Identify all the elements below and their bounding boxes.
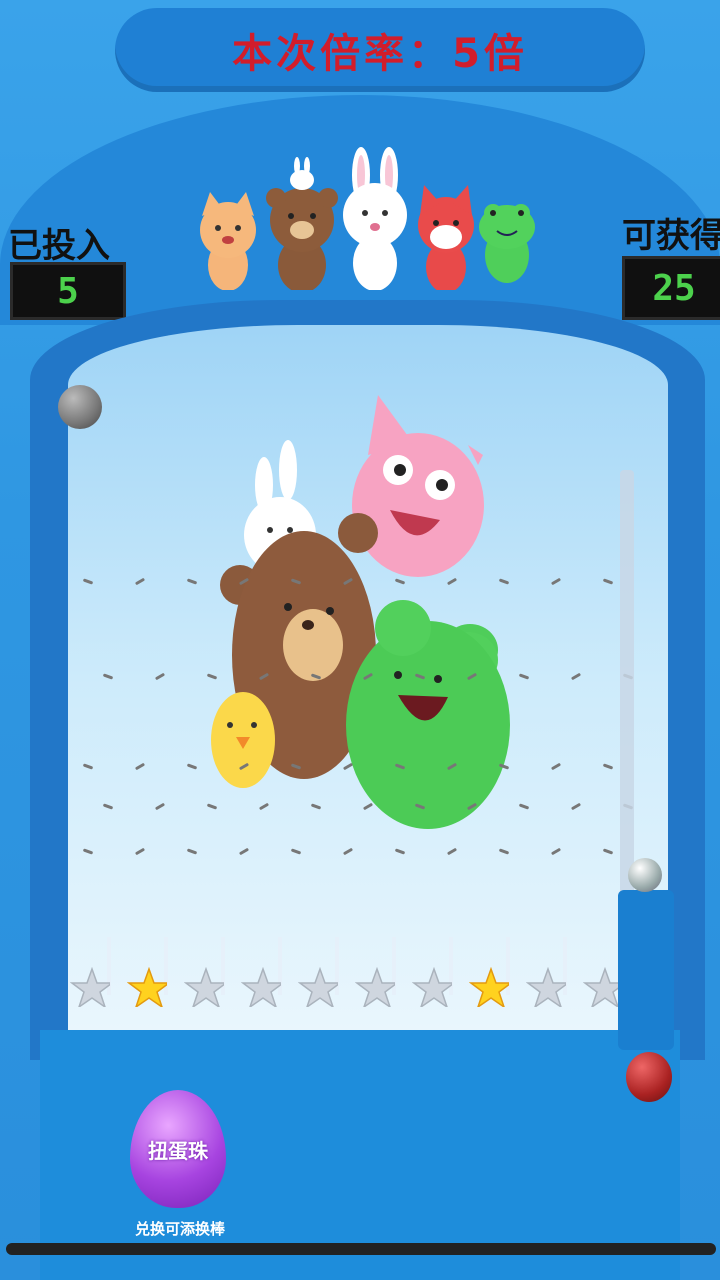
invested-label: 已投入 xyxy=(8,226,110,266)
grey-star-icon xyxy=(184,967,224,1007)
rate-banner: 本次倍率：5倍 xyxy=(115,8,645,92)
grey-star-icon xyxy=(583,967,623,1007)
winnable-display: 25 xyxy=(622,256,720,320)
grey-star-icon xyxy=(526,967,566,1007)
grey-star-icon xyxy=(355,967,395,1007)
launcher-ball xyxy=(58,385,102,429)
fox-icon xyxy=(418,185,474,290)
chick-balloon-icon xyxy=(211,692,275,788)
game-board xyxy=(68,325,668,1030)
cat-icon xyxy=(200,192,256,290)
gold-star-icon xyxy=(469,967,509,1007)
red-ball xyxy=(626,1052,672,1102)
launch-chute xyxy=(618,890,674,1050)
grey-star-icon xyxy=(298,967,338,1007)
bear-icon xyxy=(266,157,338,290)
invested-display: 5 xyxy=(10,262,126,320)
winnable-value: 25 xyxy=(652,267,696,309)
winnable-label: 可获得 xyxy=(622,216,720,256)
grey-star-icon xyxy=(412,967,452,1007)
gold-star-icon xyxy=(127,967,167,1007)
frog-icon xyxy=(479,204,535,283)
queued-ball xyxy=(628,858,662,892)
bunny-icon xyxy=(343,147,407,290)
egg-caption: 兑换可添换棒 xyxy=(134,1220,225,1238)
mascot-row xyxy=(200,147,535,290)
rate-text: 本次倍率：5倍 xyxy=(232,31,528,77)
grey-star-icon xyxy=(241,967,281,1007)
grey-star-icon xyxy=(70,967,110,1007)
pink-cat-balloon-icon xyxy=(352,395,484,577)
bottom-scrollbar[interactable] xyxy=(6,1243,716,1255)
egg-bead-label: 扭蛋珠 xyxy=(148,1138,208,1163)
invested-value: 5 xyxy=(57,270,79,312)
